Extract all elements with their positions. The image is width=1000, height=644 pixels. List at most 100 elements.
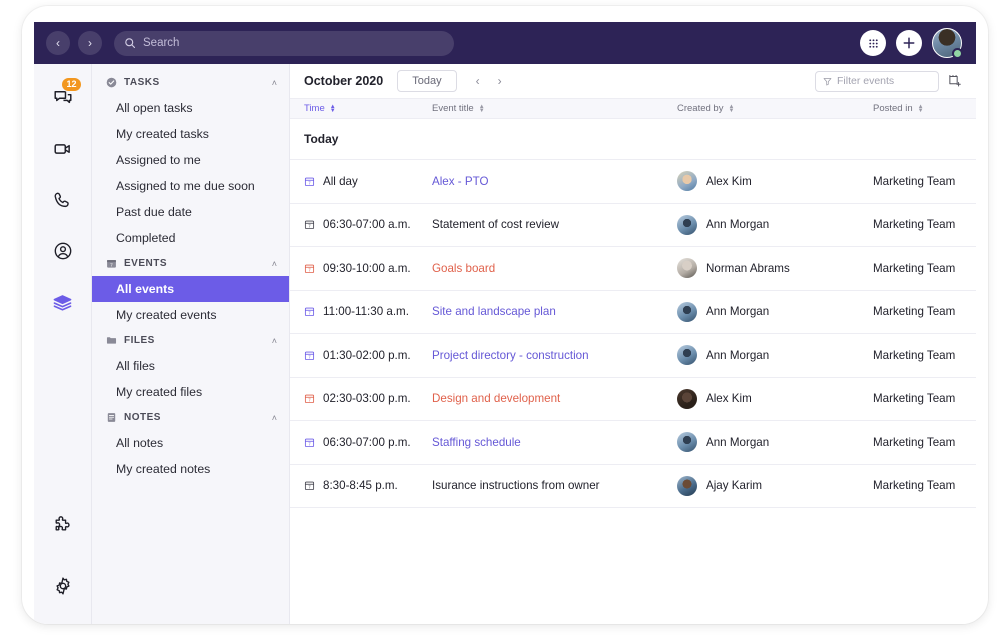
event-calendar-icon: 7 <box>304 480 315 491</box>
filter-events-box[interactable] <box>815 71 939 92</box>
sidebar-item-all-events[interactable]: All events <box>92 276 289 302</box>
grid-apps-icon[interactable] <box>860 30 886 56</box>
event-creator-cell: Alex Kim <box>677 389 873 409</box>
svg-text:7: 7 <box>308 441 311 446</box>
forward-button[interactable]: › <box>78 31 102 55</box>
chevron-up-icon[interactable]: ˄ <box>272 78 277 88</box>
posted-in: Marketing Team <box>873 392 955 405</box>
svg-text:7: 7 <box>308 267 311 272</box>
event-time: 09:30-10:00 a.m. <box>323 262 411 275</box>
chat-unread-badge: 12 <box>61 77 81 92</box>
sort-icon: ▲▼ <box>330 105 336 113</box>
toolbar-right-actions <box>815 71 962 92</box>
sidebar-item-completed[interactable]: Completed <box>92 225 289 251</box>
back-button[interactable]: ‹ <box>46 31 70 55</box>
creator[interactable]: Norman Abrams <box>677 258 790 278</box>
sidebar-item-my-created-files[interactable]: My created files <box>92 379 289 405</box>
events-list[interactable]: Today 7All dayAlex - PTOAlex KimMarketin… <box>290 119 976 624</box>
table-row[interactable]: 706:30-07:00 a.m.Statement of cost revie… <box>290 204 976 248</box>
sidebar-section-title: FILES <box>124 335 272 346</box>
add-calendar-icon[interactable] <box>948 74 962 88</box>
sidebar-item-my-created-tasks[interactable]: My created tasks <box>92 121 289 147</box>
sidebar-item-all-open-tasks[interactable]: All open tasks <box>92 95 289 121</box>
table-row[interactable]: 701:30-02:00 p.m.Project directory - con… <box>290 334 976 378</box>
creator-name: Alex Kim <box>706 175 752 188</box>
event-posted-cell: Marketing Team <box>873 305 976 318</box>
event-title-link[interactable]: Design and development <box>432 392 560 405</box>
event-time: 06:30-07:00 p.m. <box>323 436 411 449</box>
rail-item-settings[interactable] <box>43 566 83 606</box>
sort-icon: ▲▼ <box>728 105 734 113</box>
event-time: 8:30-8:45 p.m. <box>323 479 398 492</box>
app-screen: ‹ › <box>34 22 976 624</box>
funnel-icon <box>823 77 832 86</box>
chevron-up-icon[interactable]: ˄ <box>272 336 277 346</box>
event-title-link[interactable]: Alex - PTO <box>432 175 488 188</box>
creator[interactable]: Ann Morgan <box>677 345 769 365</box>
sidebar-item-all-notes[interactable]: All notes <box>92 430 289 456</box>
creator[interactable]: Ann Morgan <box>677 302 769 322</box>
rail-item-chat[interactable]: 12 <box>43 78 83 118</box>
search-input[interactable] <box>143 37 444 49</box>
rail-item-inbox[interactable] <box>43 282 83 322</box>
sidebar-item-assigned-due-soon[interactable]: Assigned to me due soon <box>92 173 289 199</box>
rail-item-contacts[interactable] <box>43 231 83 271</box>
sidebar-section-notes[interactable]: NOTES ˄ <box>92 405 289 430</box>
chevron-up-icon[interactable]: ˄ <box>272 413 277 423</box>
column-header-time[interactable]: Time ▲▼ <box>290 103 432 114</box>
sidebar-section-files[interactable]: FILES ˄ <box>92 328 289 353</box>
table-row[interactable]: 7 09:30-10:00 a.m. Goals board Norman Abram… <box>290 247 976 291</box>
rail-item-apps[interactable] <box>43 504 83 544</box>
sidebar-item-my-created-events[interactable]: My created events <box>92 302 289 328</box>
creator[interactable]: Ajay Karim <box>677 476 762 496</box>
creator-avatar <box>677 476 697 496</box>
sidebar-item-all-files[interactable]: All files <box>92 353 289 379</box>
next-period-button[interactable]: › <box>489 70 511 92</box>
table-row[interactable]: 7All dayAlex - PTOAlex KimMarketing Team <box>290 160 976 204</box>
sidebar-item-past-due-date[interactable]: Past due date <box>92 199 289 225</box>
filter-events-input[interactable] <box>837 75 931 87</box>
column-header-event-title[interactable]: Event title ▲▼ <box>432 103 677 114</box>
avatar[interactable] <box>932 28 962 58</box>
sidebar-section-events[interactable]: 7 EVENTS ˄ <box>92 251 289 276</box>
table-row[interactable]: 702:30-03:00 p.m.Design and developmentA… <box>290 378 976 422</box>
creator[interactable]: Ann Morgan <box>677 215 769 235</box>
event-creator-cell: Ann Morgan <box>677 302 873 322</box>
posted-in: Marketing Team <box>873 436 955 449</box>
rail-item-video[interactable] <box>43 129 83 169</box>
prev-period-button[interactable]: ‹ <box>467 70 489 92</box>
column-header-created-by[interactable]: Created by ▲▼ <box>677 103 873 114</box>
event-time: 01:30-02:00 p.m. <box>323 349 411 362</box>
table-row[interactable]: 7 06:30-07:00 p.m. Staffing schedule Ann Mo… <box>290 421 976 465</box>
events-toolbar: October 2020 Today ‹ › <box>290 64 976 98</box>
event-creator-cell: Ajay Karim <box>677 476 873 496</box>
creator[interactable]: Alex Kim <box>677 389 752 409</box>
column-header-posted-in[interactable]: Posted in ▲▼ <box>873 103 976 114</box>
events-panel: October 2020 Today ‹ › <box>290 64 976 624</box>
event-title-link[interactable]: Isurance instructions from owner <box>432 479 600 492</box>
event-title-link[interactable]: Site and landscape plan <box>432 305 556 318</box>
sidebar-item-assigned-to-me[interactable]: Assigned to me <box>92 147 289 173</box>
folder-icon <box>106 335 117 346</box>
chevron-up-icon[interactable]: ˄ <box>272 259 277 269</box>
event-creator-cell: Ann Morgan <box>677 345 873 365</box>
event-title-link[interactable]: Goals board <box>432 262 495 275</box>
note-icon <box>106 412 117 423</box>
event-title-link[interactable]: Project directory - construction <box>432 349 589 362</box>
event-title-link[interactable]: Staffing schedule <box>432 436 521 449</box>
sidebar-item-my-created-notes[interactable]: My created notes <box>92 456 289 482</box>
table-row[interactable]: 7 8:30-8:45 p.m. Isurance instructions fro… <box>290 465 976 509</box>
rail-item-calls[interactable] <box>43 180 83 220</box>
plus-icon[interactable] <box>896 30 922 56</box>
table-row[interactable]: 711:00-11:30 a.m.Site and landscape plan… <box>290 291 976 335</box>
creator[interactable]: Alex Kim <box>677 171 752 191</box>
creator[interactable]: Ann Morgan <box>677 432 769 452</box>
event-time-cell: 7 8:30-8:45 p.m. <box>290 479 432 492</box>
event-title-link[interactable]: Statement of cost review <box>432 218 559 231</box>
today-button[interactable]: Today <box>397 70 456 92</box>
creator-avatar <box>677 345 697 365</box>
sidebar-section-tasks[interactable]: TASKS ˄ <box>92 70 289 95</box>
search-box[interactable] <box>114 31 454 56</box>
sidebar-section-title: NOTES <box>124 412 272 423</box>
event-time-cell: 7 09:30-10:00 a.m. <box>290 262 432 275</box>
